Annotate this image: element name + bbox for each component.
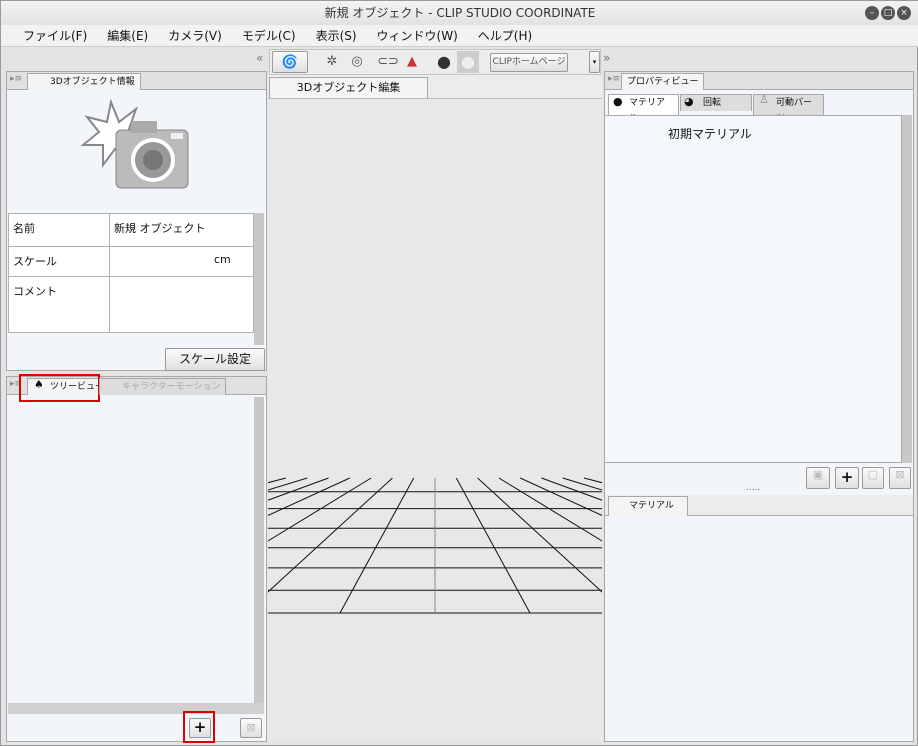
light-sphere-icon[interactable]: ● xyxy=(457,51,479,73)
material-list: 初期マテリアル xyxy=(604,115,902,463)
menu-window[interactable]: ウィンドウ(W) xyxy=(367,25,468,46)
menu-edit[interactable]: 編集(E) xyxy=(97,25,158,46)
tab-3d-object-edit[interactable]: 3Dオブジェクト編集 xyxy=(269,77,428,98)
rotation-icon: ◕ xyxy=(684,95,694,108)
dark-sphere-icon[interactable]: ● xyxy=(433,51,455,73)
panel-menu-icon[interactable]: ▸≡ xyxy=(10,74,22,84)
name-label: 名前 xyxy=(8,213,110,247)
camera-add-icon[interactable]: ▣ xyxy=(806,467,830,489)
collapse-right-icon[interactable]: » xyxy=(603,51,610,65)
panel-menu-icon[interactable]: ▸≡ xyxy=(608,74,620,84)
tab-3d-object-info[interactable]: 3Dオブジェクト情報 xyxy=(27,73,141,90)
grid-line xyxy=(477,477,626,614)
duplicate-icon[interactable]: ▢ xyxy=(862,467,884,489)
object-info-table: 名前 新規 オブジェクト スケール cm コメント xyxy=(8,213,254,333)
menu-file[interactable]: ファイル(F) xyxy=(13,25,97,46)
menu-bar: ファイル(F) 編集(E) カメラ(V) モデル(C) 表示(S) ウィンドウ(… xyxy=(1,25,918,47)
nodes-icon[interactable]: ✲ xyxy=(321,51,343,73)
scale-label: スケール xyxy=(8,246,110,277)
tree-scrollbar[interactable] xyxy=(254,397,264,703)
menu-help[interactable]: ヘルプ(H) xyxy=(468,25,542,46)
grid-line xyxy=(0,477,287,554)
grid-line xyxy=(0,477,329,599)
material-sphere-icon: ● xyxy=(613,95,623,108)
menu-model[interactable]: モデル(C) xyxy=(232,25,306,46)
grid-line xyxy=(541,477,911,614)
highlight-box xyxy=(183,711,215,743)
clip-home-button[interactable]: CLIPホームページ xyxy=(490,53,568,72)
axis-icon[interactable]: ▲ xyxy=(401,51,423,73)
target-icon[interactable]: ◎ xyxy=(346,51,368,73)
minimize-icon[interactable]: – xyxy=(865,6,879,20)
add-material-button[interactable]: + xyxy=(835,467,859,489)
floor-grid xyxy=(0,477,918,614)
delete-material-icon[interactable]: ⊠ xyxy=(889,467,911,489)
menu-camera[interactable]: カメラ(V) xyxy=(158,25,232,46)
material-item[interactable]: 初期マテリアル xyxy=(605,116,901,142)
toolbar-dropdown[interactable]: ▾ xyxy=(589,51,600,73)
tab-character-motion[interactable]: キャラクターモーション xyxy=(99,378,227,395)
info-scrollbar[interactable] xyxy=(254,213,264,345)
window-title: 新規 オブジェクト - CLIP STUDIO COORDINATE xyxy=(324,6,596,20)
tree-hscrollbar[interactable] xyxy=(8,703,264,714)
comment-value[interactable] xyxy=(109,276,254,333)
resize-handle[interactable]: ..... xyxy=(746,483,760,493)
scale-settings-button[interactable]: スケール設定 xyxy=(165,348,265,371)
grid-line xyxy=(498,477,721,614)
comment-label: コメント xyxy=(8,276,110,333)
tab-property-view[interactable]: プロパティビュー xyxy=(621,73,705,90)
tree-view-panel xyxy=(6,376,267,742)
title-bar: 新規 オブジェクト - CLIP STUDIO COORDINATE xyxy=(1,1,918,25)
scale-value[interactable]: cm xyxy=(109,246,254,277)
menu-view[interactable]: 表示(S) xyxy=(306,25,367,46)
highlight-box xyxy=(19,374,100,402)
name-value[interactable]: 新規 オブジェクト xyxy=(109,213,254,247)
grid-line xyxy=(455,477,531,614)
close-icon[interactable]: × xyxy=(897,6,911,20)
collapse-left-icon[interactable]: « xyxy=(256,51,263,65)
maximize-icon[interactable]: □ xyxy=(881,6,895,20)
figure-icon: ♙ xyxy=(759,93,769,106)
3d-viewport[interactable] xyxy=(0,99,918,742)
grid-line xyxy=(149,477,372,614)
spiral-icon[interactable]: 🌀 xyxy=(272,51,308,73)
delete-icon[interactable]: ⊠ xyxy=(240,718,262,738)
camera-flash-icon xyxy=(80,97,191,192)
bone-icon[interactable]: ⊂⊃ xyxy=(377,51,399,73)
material-scrollbar[interactable] xyxy=(902,115,912,463)
grid-line xyxy=(244,477,393,614)
grid-line xyxy=(339,477,415,614)
tab-material-bottom[interactable]: マテリアル xyxy=(608,496,688,516)
grid-line xyxy=(583,477,918,566)
